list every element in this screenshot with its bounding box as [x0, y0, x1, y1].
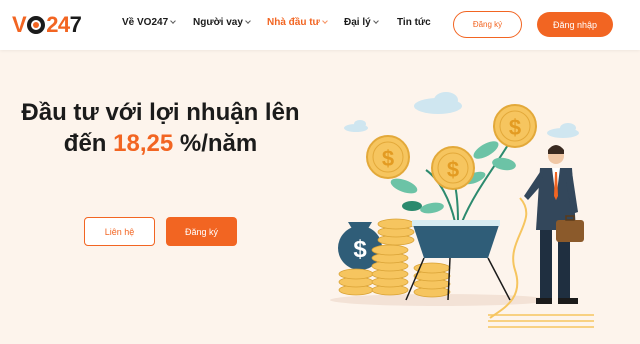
ground-lines-icon: [488, 314, 594, 328]
nav-item-label: Đại lý: [344, 17, 371, 28]
headline-line-2: đến 18,25 %/năm: [0, 128, 321, 159]
hero-register-button[interactable]: Đăng ký: [166, 217, 237, 246]
contact-button[interactable]: Liên hệ: [84, 217, 155, 246]
money-tree-illustration: $ $ $ $: [330, 92, 594, 328]
headline-suffix: %/năm: [173, 130, 258, 157]
svg-text:$: $: [382, 146, 394, 171]
login-button[interactable]: Đăng nhập: [537, 12, 613, 37]
vo247-logo[interactable]: V 24 7: [12, 13, 82, 37]
register-button[interactable]: Đăng ký: [453, 11, 522, 38]
chevron-down-icon: [321, 18, 328, 24]
nav-item-about[interactable]: Về VO247: [122, 17, 176, 28]
nav-item-borrower[interactable]: Người vay: [193, 17, 251, 28]
logo-o-icon: [27, 16, 46, 34]
nav-item-news[interactable]: Tin tức: [397, 17, 431, 28]
svg-text:$: $: [447, 157, 459, 182]
nav-item-agent[interactable]: Đại lý: [344, 17, 379, 28]
nav-item-label: Về VO247: [122, 17, 169, 28]
cloud-icon: [344, 92, 579, 138]
nav-item-label: Nhà đầu tư: [267, 17, 320, 28]
svg-text:$: $: [353, 236, 367, 263]
headline-prefix: đến: [63, 130, 114, 157]
top-navbar: V 24 7 Về VO247 Người vay Nhà đầu tư Đại l…: [0, 0, 640, 50]
nav-item-label: Tin tức: [397, 17, 431, 28]
chevron-down-icon: [372, 18, 379, 24]
dollar-coin-icon: $ $ $: [366, 104, 537, 190]
headline-line-1: Đầu tư với lợi nhuận lên: [21, 99, 300, 126]
hero-headline: Đầu tư với lợi nhuận lên đến 18,25 %/năm: [0, 97, 321, 159]
svg-text:$: $: [509, 115, 521, 140]
interest-rate: 18,25: [113, 130, 174, 157]
chevron-down-icon: [170, 18, 176, 24]
nav-item-investor[interactable]: Nhà đầu tư: [267, 17, 328, 28]
nav-item-label: Người vay: [193, 17, 243, 28]
chevron-down-icon: [245, 18, 251, 24]
businessman-icon: [524, 145, 584, 304]
